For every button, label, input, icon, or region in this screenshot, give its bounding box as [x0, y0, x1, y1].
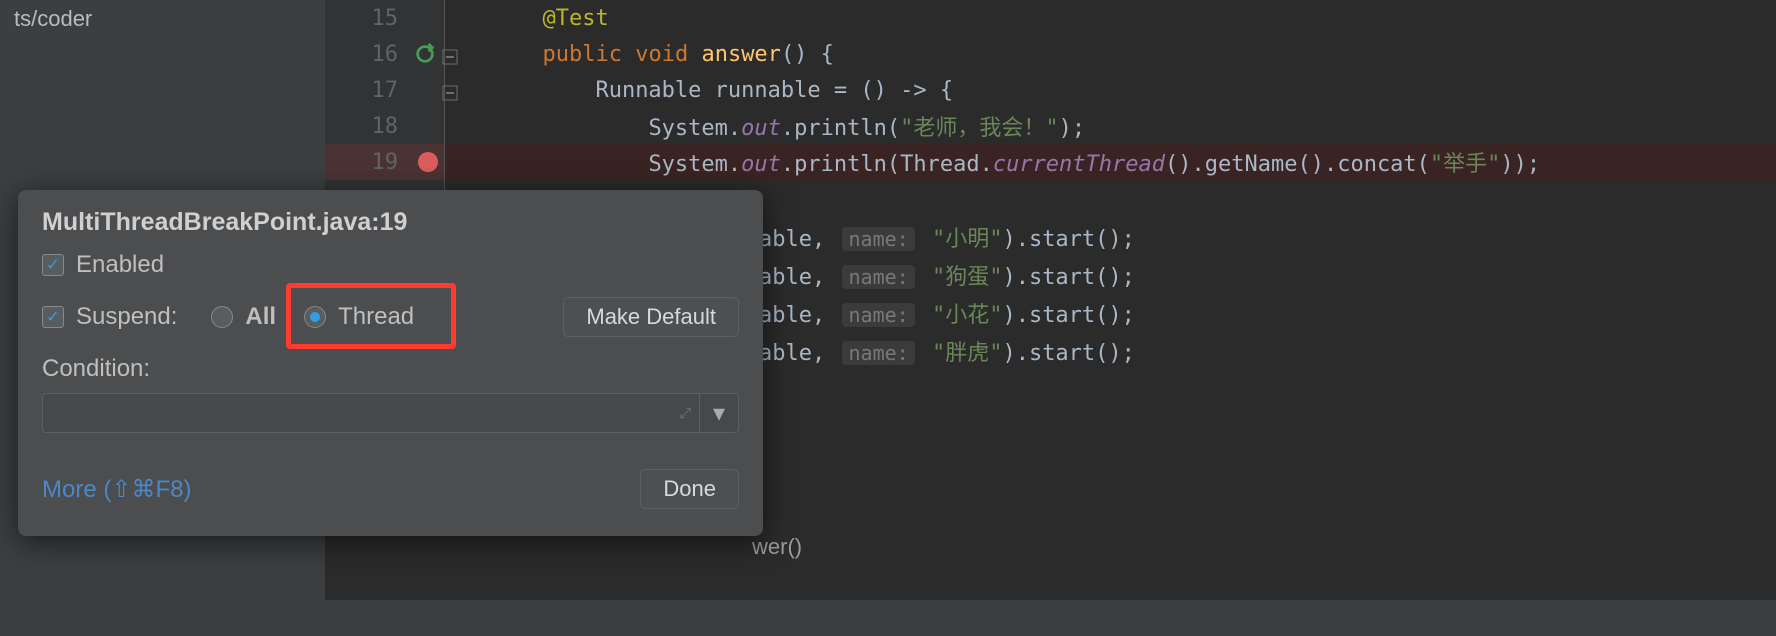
condition-input-group: ⤢ ▾ [42, 393, 739, 433]
condition-dropdown[interactable]: ▾ [699, 393, 739, 433]
suspend-thread-radio[interactable] [304, 306, 326, 328]
enabled-row: ✓ Enabled [42, 251, 739, 279]
code-content: System.out.println("老师，我会！"); [445, 110, 1085, 142]
sidebar-path-fragment: ts/coder [8, 4, 317, 34]
breadcrumb-method[interactable]: wer() [752, 534, 802, 560]
suspend-checkbox[interactable]: ✓ [42, 306, 64, 328]
popup-title: MultiThreadBreakPoint.java:19 [42, 208, 739, 237]
line-number: 15 [372, 6, 399, 31]
fold-icon[interactable] [442, 82, 458, 98]
enabled-label: Enabled [76, 251, 164, 279]
condition-field[interactable]: ⤢ [42, 393, 699, 433]
gutter[interactable]: 19 [325, 144, 445, 180]
code-content: public void answer() { [445, 42, 834, 67]
run-test-icon[interactable] [414, 43, 436, 65]
code-content: System.out.println(Thread.currentThread(… [445, 146, 1540, 178]
status-bar [325, 600, 1776, 636]
gutter[interactable]: 18 [325, 108, 445, 144]
code-line[interactable]: 18 System.out.println("老师，我会！"); [325, 108, 1776, 144]
fold-icon[interactable] [442, 46, 458, 62]
done-button[interactable]: Done [640, 469, 739, 509]
suspend-label: Suspend: [76, 303, 177, 331]
suspend-row: ✓ Suspend: All Thread Make Default [42, 297, 739, 337]
chevron-down-icon: ▾ [713, 399, 725, 428]
code-content: @Test [445, 6, 609, 31]
suspend-all-label: All [245, 303, 276, 331]
condition-label-row: Condition: [42, 355, 739, 383]
line-number: 16 [372, 42, 399, 67]
make-default-button[interactable]: Make Default [563, 297, 739, 337]
enabled-checkbox[interactable]: ✓ [42, 254, 64, 276]
suspend-all-radio[interactable] [211, 306, 233, 328]
code-line[interactable]: 16 public void answer() { [325, 36, 1776, 72]
gutter[interactable]: 15 [325, 0, 445, 36]
line-number: 19 [372, 150, 399, 175]
breakpoint-popup: MultiThreadBreakPoint.java:19 ✓ Enabled … [18, 190, 763, 536]
code-content: Runnable runnable = () -> { [445, 78, 953, 103]
code-line[interactable]: 15 @Test [325, 0, 1776, 36]
gutter[interactable]: 17 [325, 72, 445, 108]
line-number: 17 [372, 78, 399, 103]
more-link[interactable]: More (⇧⌘F8) [42, 475, 191, 504]
suspend-thread-label: Thread [338, 303, 414, 331]
condition-label: Condition: [42, 355, 150, 383]
code-line-breakpoint[interactable]: 19 System.out.println(Thread.currentThre… [325, 144, 1776, 180]
line-number: 18 [372, 114, 399, 139]
code-line[interactable]: 17 Runnable runnable = () -> { [325, 72, 1776, 108]
breakpoint-icon[interactable] [418, 152, 438, 172]
gutter[interactable]: 16 [325, 36, 445, 72]
expand-icon[interactable]: ⤢ [680, 405, 691, 422]
